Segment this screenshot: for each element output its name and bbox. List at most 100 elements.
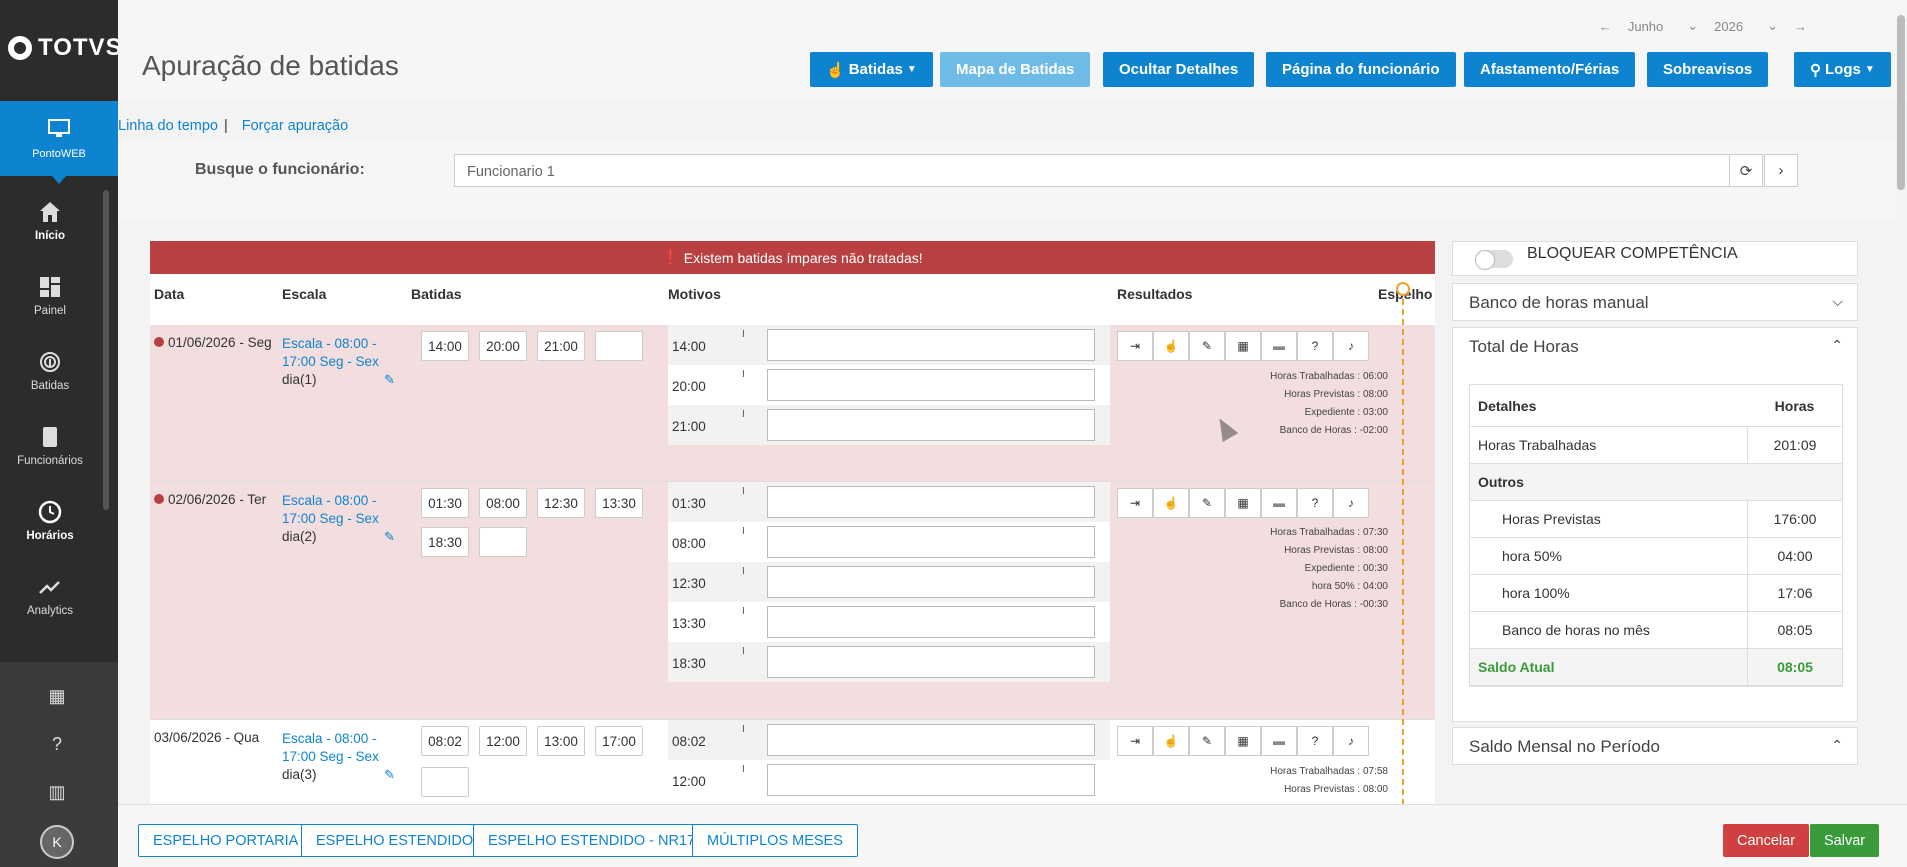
question-icon[interactable]: ? xyxy=(1297,726,1333,756)
question-icon[interactable]: ? xyxy=(1297,331,1333,361)
linha-do-tempo-link[interactable]: Linha do tempo xyxy=(118,118,218,134)
batida-input[interactable]: 18:30 xyxy=(421,527,469,557)
batida-input[interactable]: 13:00 xyxy=(537,726,585,756)
logs-dropdown-button[interactable]: ⚲ Logs ▼ xyxy=(1794,52,1891,87)
edit-escala-icon[interactable]: ✎ xyxy=(384,529,395,545)
motivo-input[interactable] xyxy=(767,486,1095,518)
building-icon[interactable]: ▥ xyxy=(46,781,68,803)
batida-input[interactable]: 20:00 xyxy=(479,331,527,361)
chevron-up-icon[interactable]: ⌃ xyxy=(1831,737,1843,754)
edit-escala-icon[interactable]: ✎ xyxy=(384,767,395,783)
saldo-mensal-panel[interactable]: Saldo Mensal no Período ⌃ xyxy=(1452,727,1858,765)
pencil-icon[interactable]: ✎ xyxy=(1189,488,1225,518)
batida-input[interactable]: 08:02 xyxy=(421,726,469,756)
motivo-input[interactable] xyxy=(767,369,1095,401)
batidas-dropdown-button[interactable]: ☝ Batidas ▼ xyxy=(810,52,933,87)
page-scrollbar[interactable] xyxy=(1897,15,1905,190)
batida-input[interactable]: 13:30 xyxy=(595,488,643,518)
chevron-up-icon[interactable]: ⌃ xyxy=(1831,337,1843,354)
ocultar-detalhes-button[interactable]: Ocultar Detalhes xyxy=(1103,52,1255,87)
sidebar-item-funcionarios[interactable]: Funcionários xyxy=(0,425,100,467)
sidebar-item-pontoweb[interactable]: PontoWEB xyxy=(0,101,118,184)
espelho-estendido-nr17-button[interactable]: ESPELHO ESTENDIDO - NR17 xyxy=(473,824,711,857)
sidebar-item-analytics[interactable]: Analytics xyxy=(0,575,100,617)
batida-input[interactable]: 01:30 xyxy=(421,488,469,518)
bell-icon[interactable]: ♪ xyxy=(1333,726,1369,756)
batida-input[interactable]: 14:00 xyxy=(421,331,469,361)
sobreavisos-button[interactable]: Sobreavisos xyxy=(1647,52,1769,87)
table-row: 02/06/2026 - Ter Escala - 08:00 - 17:00 … xyxy=(150,482,1435,720)
sidebar-item-batidas[interactable]: Batidas xyxy=(0,350,100,392)
sidebar-item-painel[interactable]: Painel xyxy=(0,275,100,317)
chevron-right-icon[interactable]: › xyxy=(1764,154,1798,187)
calendar-icon[interactable]: ▦ xyxy=(1225,726,1261,756)
pencil-icon[interactable]: ✎ xyxy=(1189,726,1225,756)
batida-input[interactable]: 21:00 xyxy=(537,331,585,361)
refresh-icon[interactable]: ⟳ xyxy=(1729,154,1763,187)
batida-input[interactable]: 12:30 xyxy=(537,488,585,518)
save-button[interactable]: Salvar xyxy=(1810,824,1880,857)
cancel-button[interactable]: Cancelar xyxy=(1723,824,1810,857)
afastamento-ferias-button[interactable]: Afastamento/Férias xyxy=(1464,52,1636,87)
sidebar-item-inicio[interactable]: Início xyxy=(0,200,100,242)
calendar-icon[interactable]: ▦ xyxy=(1225,331,1261,361)
pencil-icon[interactable]: ✎ xyxy=(1189,331,1225,361)
escala-link[interactable]: Escala - 08:00 - 17:00 Seg - Sex dia(3) xyxy=(282,730,382,784)
question-icon[interactable]: ? xyxy=(1297,488,1333,518)
prev-arrow-icon[interactable]: ← xyxy=(1599,19,1612,34)
motivo-input[interactable] xyxy=(767,724,1095,756)
batida-input[interactable] xyxy=(421,767,469,797)
sidebar-item-horarios[interactable]: Horários xyxy=(0,500,100,542)
comment-icon[interactable]: ▬ xyxy=(1261,331,1297,361)
pagina-funcionario-button[interactable]: Página do funcionário xyxy=(1266,52,1456,87)
batida-input[interactable]: 17:00 xyxy=(595,726,643,756)
comment-icon[interactable]: ▬ xyxy=(1261,726,1297,756)
multiplos-meses-button[interactable]: MÚLTIPLOS MESES xyxy=(692,824,858,857)
espelho-portaria-button[interactable]: ESPELHO PORTARIA xyxy=(138,824,314,857)
totvs-logo[interactable]: TOTVS xyxy=(8,34,123,62)
bloquear-toggle[interactable] xyxy=(1475,250,1513,270)
help-icon[interactable]: ? xyxy=(46,733,68,755)
banco-horas-manual-panel[interactable]: Banco de horas manual ⌵ xyxy=(1452,283,1858,321)
escala-link[interactable]: Escala - 08:00 - 17:00 Seg - Sex dia(2) xyxy=(282,492,382,546)
sign-in-icon[interactable]: ⇥ xyxy=(1117,331,1153,361)
motivo-input[interactable] xyxy=(767,409,1095,441)
espelho-estendido-button[interactable]: ESPELHO ESTENDIDO xyxy=(301,824,489,857)
espelho-marker[interactable] xyxy=(1396,282,1410,296)
apps-grid-icon[interactable]: ▦ xyxy=(46,685,68,707)
thumbs-up-icon[interactable]: ☝ xyxy=(1153,726,1189,756)
sign-in-icon[interactable]: ⇥ xyxy=(1117,488,1153,518)
calendar-icon[interactable]: ▦ xyxy=(1225,488,1261,518)
comment-icon[interactable]: ▬ xyxy=(1261,488,1297,518)
month-select[interactable]: Junho ⌄ xyxy=(1628,18,1698,34)
forcar-apuracao-link[interactable]: Forçar apuração xyxy=(242,118,348,134)
motivo-input[interactable] xyxy=(767,526,1095,558)
avatar[interactable]: K xyxy=(40,825,74,859)
batida-input[interactable]: 12:00 xyxy=(479,726,527,756)
sidebar-scrollbar[interactable] xyxy=(103,190,109,510)
bell-icon[interactable]: ♪ xyxy=(1333,331,1369,361)
motivo-input[interactable] xyxy=(767,646,1095,678)
batida-input[interactable] xyxy=(595,331,643,361)
chevron-down-icon: ⌄ xyxy=(1767,18,1778,33)
dashboard-icon xyxy=(40,277,60,297)
sign-in-icon[interactable]: ⇥ xyxy=(1117,726,1153,756)
next-arrow-icon[interactable]: → xyxy=(1794,19,1807,34)
motivo-input[interactable] xyxy=(767,329,1095,361)
motivo-input[interactable] xyxy=(767,764,1095,796)
motivo-input[interactable] xyxy=(767,606,1095,638)
escala-link[interactable]: Escala - 08:00 - 17:00 Seg - Sex dia(1) xyxy=(282,335,382,389)
bell-icon[interactable]: ♪ xyxy=(1333,488,1369,518)
thumbs-up-icon[interactable]: ☝ xyxy=(1153,488,1189,518)
thumbs-up-icon[interactable]: ☝ xyxy=(1153,331,1189,361)
batida-input[interactable]: 08:00 xyxy=(479,488,527,518)
chevron-down-icon[interactable]: ⌵ xyxy=(1832,293,1843,310)
chevron-down-icon: ⌄ xyxy=(1687,18,1699,33)
motivo-input[interactable] xyxy=(767,566,1095,598)
edit-escala-icon[interactable]: ✎ xyxy=(384,372,395,388)
mapa-batidas-button[interactable]: Mapa de Batidas xyxy=(940,52,1091,87)
col-batidas: Batidas xyxy=(411,286,462,302)
year-select[interactable]: 2026 ⌄ xyxy=(1714,18,1778,34)
batida-input[interactable] xyxy=(479,527,527,557)
employee-search-input[interactable]: Funcionario 1 xyxy=(454,154,1737,187)
